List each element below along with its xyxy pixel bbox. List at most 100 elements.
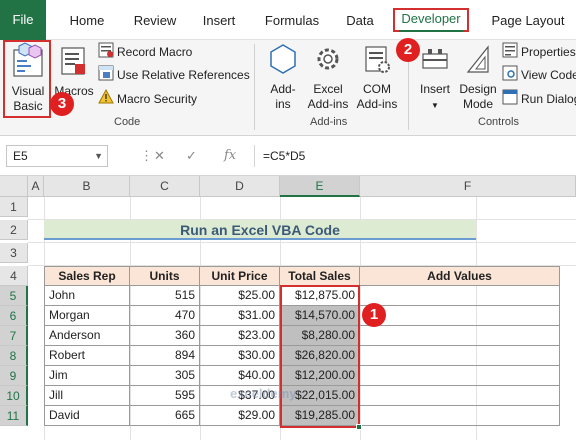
warning-icon bbox=[98, 88, 114, 111]
macro-security-button[interactable]: Macro Security bbox=[98, 88, 197, 111]
cell-rep[interactable]: David bbox=[44, 406, 130, 426]
cell-units[interactable]: 305 bbox=[130, 366, 200, 386]
row-header[interactable]: 11 bbox=[0, 406, 28, 426]
tab-insert[interactable]: Insert bbox=[196, 10, 242, 32]
cell-add-values[interactable] bbox=[360, 386, 560, 406]
cell-rep[interactable]: Jill bbox=[44, 386, 130, 406]
row-header[interactable]: 2 bbox=[0, 220, 28, 240]
cell-price[interactable]: $30.00 bbox=[200, 346, 280, 366]
cell-price[interactable]: $25.00 bbox=[200, 286, 280, 306]
cell-add-values[interactable] bbox=[360, 346, 560, 366]
tab-file[interactable]: File bbox=[0, 0, 46, 40]
row-header[interactable]: 5 bbox=[0, 286, 28, 306]
callout-badge-3: 3 bbox=[50, 92, 74, 116]
cell-add-values[interactable] bbox=[360, 406, 560, 426]
cell-price[interactable]: $29.00 bbox=[200, 406, 280, 426]
tab-developer[interactable]: Developer bbox=[393, 8, 469, 32]
select-all-corner[interactable] bbox=[0, 176, 28, 197]
insert-control-button[interactable]: Insert ▼ bbox=[414, 42, 456, 113]
name-box[interactable]: E5 ▼ bbox=[6, 145, 108, 167]
tab-page-layout[interactable]: Page Layout bbox=[486, 10, 570, 32]
relative-refs-button[interactable]: Use Relative References bbox=[98, 65, 250, 85]
cell-total[interactable]: $19,285.00 bbox=[280, 406, 360, 426]
com-add-ins-button[interactable]: COM Add-ins bbox=[354, 42, 400, 112]
code-group-label: Code bbox=[114, 116, 141, 128]
view-code-button[interactable]: View Code bbox=[502, 65, 576, 85]
excel-add-ins-button[interactable]: Excel Add-ins bbox=[304, 42, 352, 112]
cell-total[interactable]: $8,280.00 bbox=[280, 326, 360, 346]
cell-rep[interactable]: Morgan bbox=[44, 306, 130, 326]
column-header-a[interactable]: A bbox=[28, 176, 44, 197]
chevron-down-icon[interactable]: ▼ bbox=[94, 146, 103, 166]
gridline bbox=[28, 242, 576, 243]
cell-units[interactable]: 665 bbox=[130, 406, 200, 426]
watermark: exceldemy bbox=[230, 386, 297, 401]
insert-function-icon[interactable]: fx bbox=[224, 145, 236, 167]
design-mode-label-1: Design bbox=[459, 82, 497, 96]
cell-add-values[interactable] bbox=[360, 366, 560, 386]
record-macro-label: Record Macro bbox=[117, 45, 193, 60]
cell-price[interactable]: $40.00 bbox=[200, 366, 280, 386]
row-header[interactable]: 4 bbox=[0, 266, 28, 286]
tab-review[interactable]: Review bbox=[128, 10, 182, 32]
cell-rep[interactable]: Jim bbox=[44, 366, 130, 386]
cell-units[interactable]: 470 bbox=[130, 306, 200, 326]
properties-button[interactable]: Properties bbox=[502, 42, 576, 62]
row-header[interactable]: 6 bbox=[0, 306, 28, 326]
row-header[interactable]: 9 bbox=[0, 366, 28, 386]
com-add-ins-icon bbox=[354, 42, 400, 80]
cell-rep[interactable]: Anderson bbox=[44, 326, 130, 346]
row-header[interactable]: 3 bbox=[0, 243, 28, 263]
cell-total[interactable]: $12,200.00 bbox=[280, 366, 360, 386]
cell-total[interactable]: $12,875.00 bbox=[280, 286, 360, 306]
row-header[interactable]: 10 bbox=[0, 386, 28, 406]
formula-input[interactable]: =C5*D5 bbox=[254, 145, 576, 167]
header-sales-rep[interactable]: Sales Rep bbox=[44, 266, 130, 286]
cell-units[interactable]: 595 bbox=[130, 386, 200, 406]
macros-button[interactable]: Macros bbox=[52, 42, 96, 99]
tab-data[interactable]: Data bbox=[340, 10, 380, 32]
design-mode-label-2: Mode bbox=[462, 97, 494, 111]
cell-add-values[interactable] bbox=[360, 286, 560, 306]
cancel-icon[interactable]: ✕ bbox=[154, 145, 165, 167]
cell-rep[interactable]: Robert bbox=[44, 346, 130, 366]
header-add-values[interactable]: Add Values bbox=[360, 266, 560, 286]
excel-add-ins-label-2: Add-ins bbox=[307, 97, 349, 111]
cell-total[interactable]: $26,820.00 bbox=[280, 346, 360, 366]
fill-handle[interactable] bbox=[356, 424, 362, 430]
header-unit-price[interactable]: Unit Price bbox=[200, 266, 280, 286]
cell-units[interactable]: 894 bbox=[130, 346, 200, 366]
more-icon: ⋮ bbox=[140, 148, 153, 163]
column-header-e[interactable]: E bbox=[280, 176, 360, 197]
cell-total[interactable]: $14,570.00 bbox=[280, 306, 360, 326]
run-dialog-button[interactable]: Run Dialog bbox=[502, 89, 576, 109]
add-ins-button[interactable]: Add- ins bbox=[264, 42, 302, 112]
header-total-sales[interactable]: Total Sales bbox=[280, 266, 360, 286]
tab-formulas[interactable]: Formulas bbox=[258, 10, 326, 32]
column-header-f[interactable]: F bbox=[360, 176, 576, 197]
row-header[interactable]: 8 bbox=[0, 346, 28, 366]
cell-price[interactable]: $31.00 bbox=[200, 306, 280, 326]
design-mode-button[interactable]: Design Mode bbox=[458, 42, 498, 112]
properties-label: Properties bbox=[521, 45, 576, 60]
enter-icon[interactable]: ✓ bbox=[186, 145, 197, 167]
cell-units[interactable]: 515 bbox=[130, 286, 200, 306]
row-header[interactable]: 1 bbox=[0, 197, 28, 217]
view-code-label: View Code bbox=[521, 68, 576, 83]
cell-rep[interactable]: John bbox=[44, 286, 130, 306]
cell-units[interactable]: 360 bbox=[130, 326, 200, 346]
cell-add-values[interactable] bbox=[360, 306, 560, 326]
tab-home[interactable]: Home bbox=[62, 10, 112, 32]
gear-icon bbox=[304, 42, 352, 80]
row-header[interactable]: 7 bbox=[0, 326, 28, 346]
column-header-d[interactable]: D bbox=[200, 176, 280, 197]
run-dialog-label: Run Dialog bbox=[521, 92, 576, 107]
cell-price[interactable]: $23.00 bbox=[200, 326, 280, 346]
column-header-b[interactable]: B bbox=[44, 176, 130, 197]
insert-control-label: Insert bbox=[419, 82, 450, 96]
cell-add-values[interactable] bbox=[360, 326, 560, 346]
column-header-c[interactable]: C bbox=[130, 176, 200, 197]
header-units[interactable]: Units bbox=[130, 266, 200, 286]
sheet-title[interactable]: Run an Excel VBA Code bbox=[44, 220, 476, 240]
record-macro-button[interactable]: Record Macro bbox=[98, 42, 192, 62]
